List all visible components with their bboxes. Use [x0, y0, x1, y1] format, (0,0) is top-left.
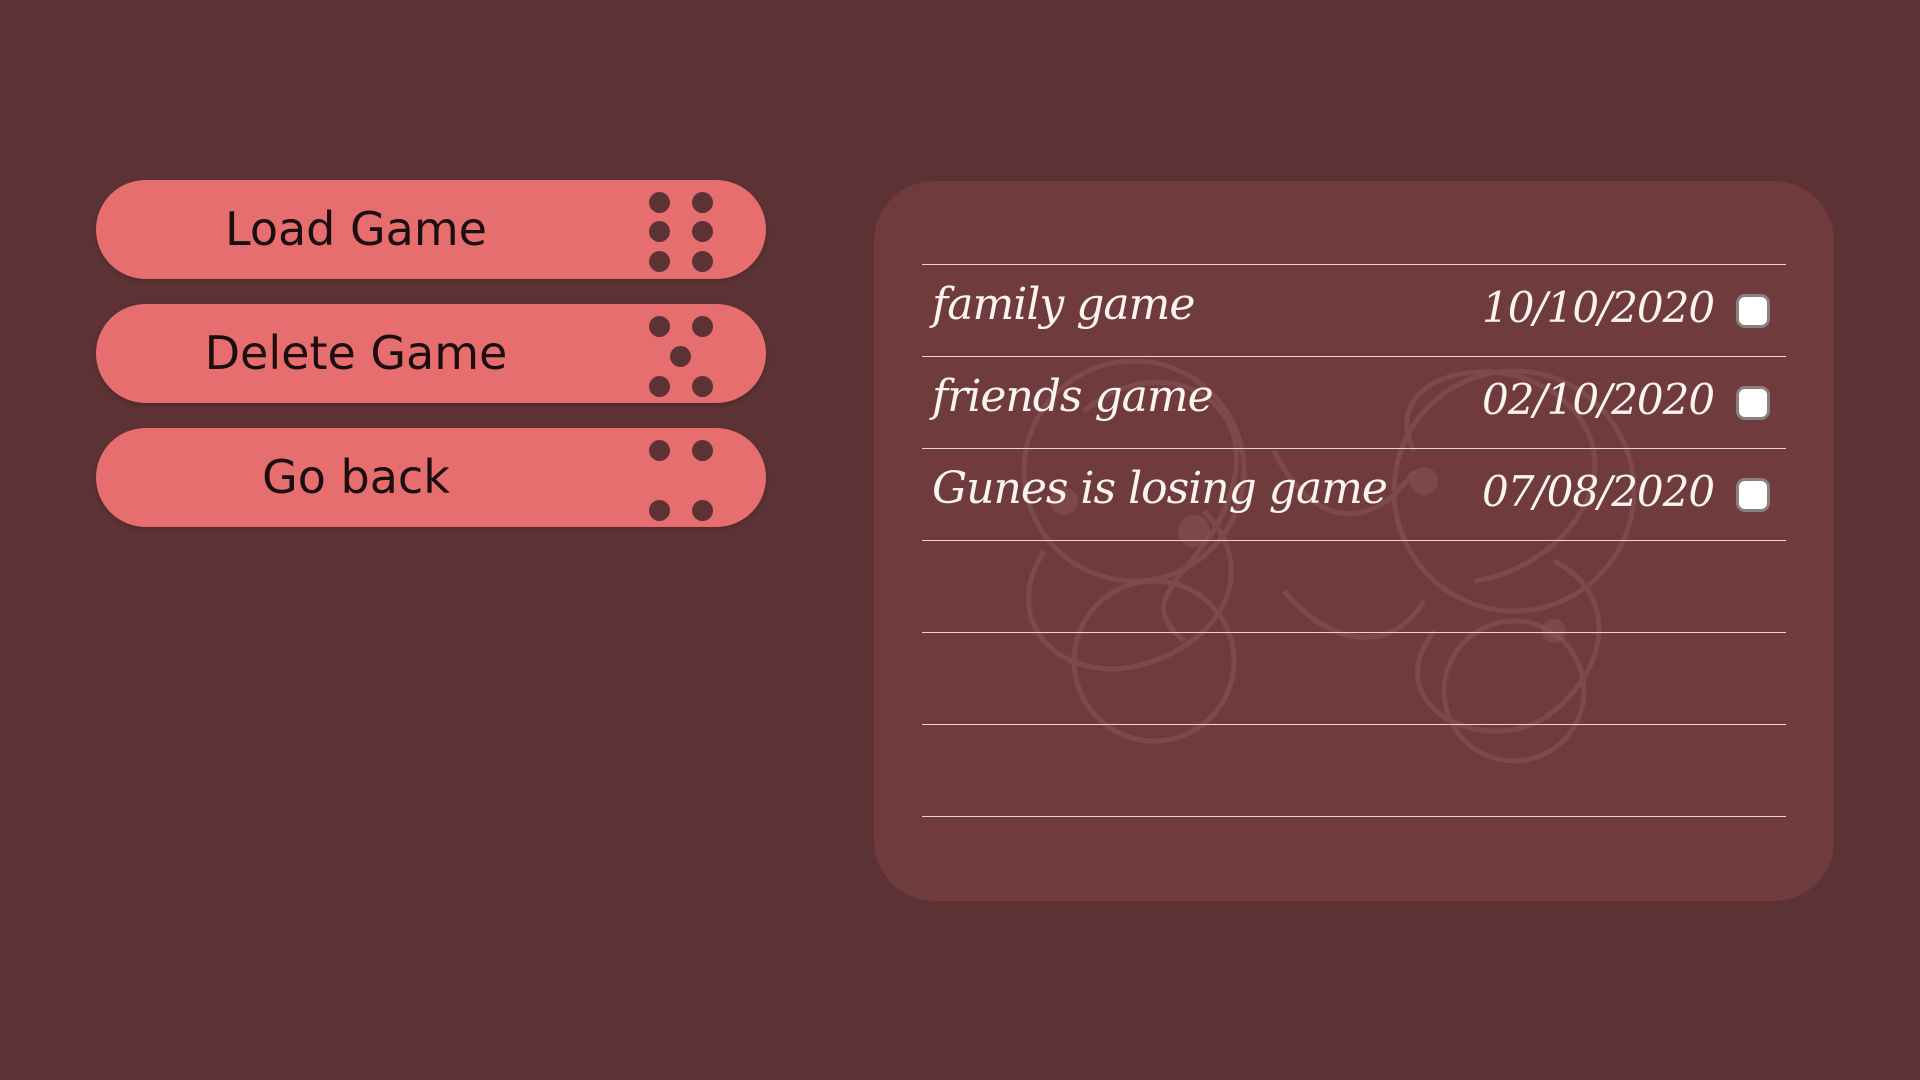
empty-save-slot [922, 724, 1786, 817]
dice-five-icon [649, 316, 719, 397]
save-name: friends game [932, 371, 1214, 422]
save-checkbox[interactable] [1736, 478, 1770, 512]
save-date: 10/10/2020 [1482, 283, 1715, 332]
pip [692, 251, 713, 272]
save-date: 07/08/2020 [1482, 467, 1715, 516]
delete-game-label: Delete Game [204, 326, 508, 380]
pip [649, 192, 670, 213]
save-row[interactable]: friends game 02/10/2020 [922, 356, 1786, 448]
load-game-label: Load Game [225, 202, 487, 256]
go-back-button[interactable]: Go back [96, 428, 766, 527]
save-name: family game [932, 279, 1195, 330]
empty-save-slot [922, 632, 1786, 724]
saved-games-list: family game 10/10/2020 friends game 02/1… [922, 264, 1786, 817]
pip [692, 221, 713, 242]
pip [649, 316, 670, 337]
pip [692, 440, 713, 461]
save-name: Gunes is losing game [932, 463, 1388, 514]
load-game-screen: Load Game Delete Game Go back family gam… [0, 0, 1920, 1080]
dice-four-icon [649, 440, 719, 521]
empty-save-slot [922, 540, 1786, 632]
load-game-button[interactable]: Load Game [96, 180, 766, 279]
save-date: 02/10/2020 [1482, 375, 1715, 424]
save-checkbox[interactable] [1736, 294, 1770, 328]
pip [649, 251, 670, 272]
pip [692, 376, 713, 397]
pip [649, 221, 670, 242]
pip [692, 500, 713, 521]
go-back-label: Go back [262, 450, 450, 504]
pip [692, 192, 713, 213]
save-row[interactable]: Gunes is losing game 07/08/2020 [922, 448, 1786, 540]
pip [649, 376, 670, 397]
save-checkbox[interactable] [1736, 386, 1770, 420]
pip [649, 440, 670, 461]
saved-games-panel: family game 10/10/2020 friends game 02/1… [874, 181, 1834, 901]
pip [692, 316, 713, 337]
pip [649, 500, 670, 521]
delete-game-button[interactable]: Delete Game [96, 304, 766, 403]
dice-six-icon [649, 192, 719, 272]
pip [670, 346, 691, 367]
menu: Load Game Delete Game Go back [96, 180, 766, 552]
save-row[interactable]: family game 10/10/2020 [922, 264, 1786, 356]
